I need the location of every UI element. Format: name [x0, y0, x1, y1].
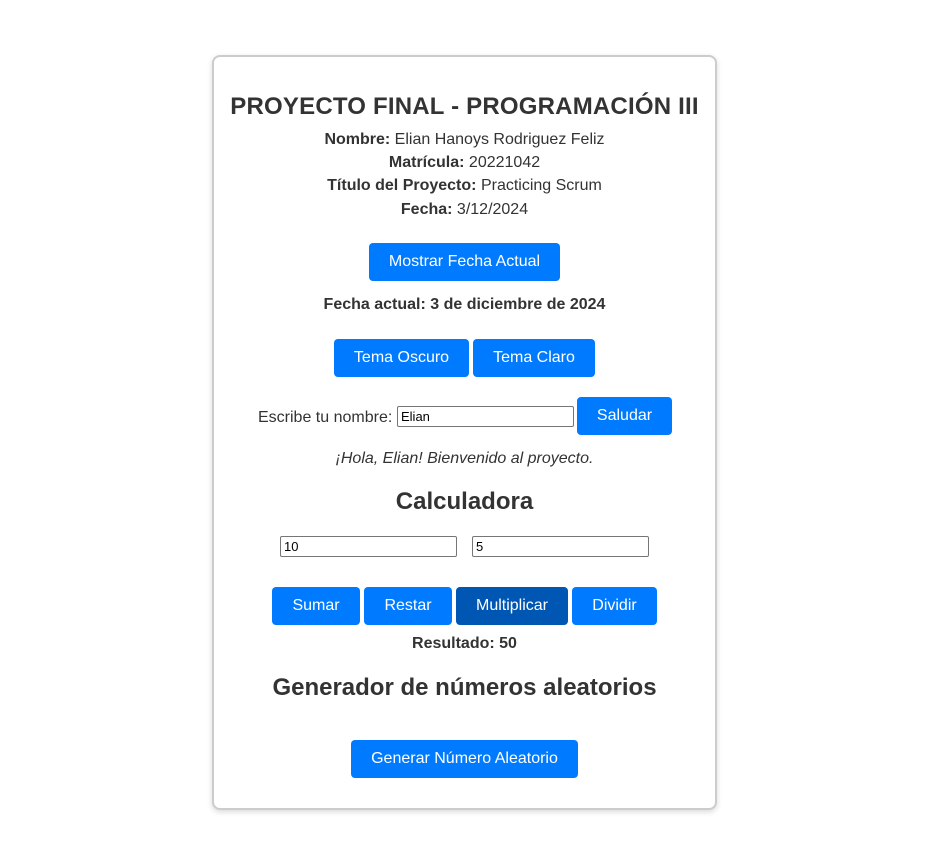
page-title: PROYECTO FINAL - PROGRAMACIÓN III [230, 93, 699, 120]
add-button[interactable]: Sumar [272, 587, 360, 625]
random-generator-title: Generador de números aleatorios [272, 674, 657, 701]
info-nombre: Nombre: Elian Hanoys Rodriguez Feliz [214, 130, 715, 150]
current-date-text: Fecha actual: 3 de diciembre de 2024 [323, 296, 606, 313]
multiply-button[interactable]: Multiplicar [456, 587, 568, 625]
info-fecha: Fecha: 3/12/2024 [214, 200, 715, 220]
light-theme-button[interactable]: Tema Claro [473, 339, 595, 377]
titulo-value: Practicing Scrum [480, 177, 602, 194]
name-prompt-label: Escribe tu nombre: [258, 409, 393, 426]
greeting-message: ¡Hola, Elian! Bienvenido al proyecto. [335, 450, 594, 467]
generate-random-button[interactable]: Generar Número Aleatorio [351, 740, 578, 778]
info-titulo: Título del Proyecto: Practicing Scrum [214, 176, 715, 196]
show-date-button[interactable]: Mostrar Fecha Actual [369, 243, 560, 281]
divide-button[interactable]: Dividir [572, 587, 657, 625]
nombre-value: Elian Hanoys Rodriguez Feliz [394, 131, 605, 148]
titulo-label: Título del Proyecto: [327, 177, 477, 194]
greet-button[interactable]: Saludar [577, 397, 672, 435]
info-matricula: Matrícula: 20221042 [214, 153, 715, 173]
dark-theme-button[interactable]: Tema Oscuro [334, 339, 469, 377]
calc-result: Resultado: 50 [412, 635, 517, 652]
calc-input-2[interactable] [472, 536, 649, 557]
fecha-label: Fecha: [400, 201, 453, 218]
calculator-title: Calculadora [395, 488, 534, 515]
matricula-label: Matrícula: [388, 154, 465, 171]
calc-input-1[interactable] [280, 536, 457, 557]
matricula-value: 20221042 [468, 154, 541, 171]
project-card: PROYECTO FINAL - PROGRAMACIÓN III Nombre… [212, 55, 717, 810]
fecha-value: 3/12/2024 [456, 201, 529, 218]
nombre-label: Nombre: [324, 131, 391, 148]
subtract-button[interactable]: Restar [364, 587, 452, 625]
name-input[interactable] [397, 406, 574, 427]
